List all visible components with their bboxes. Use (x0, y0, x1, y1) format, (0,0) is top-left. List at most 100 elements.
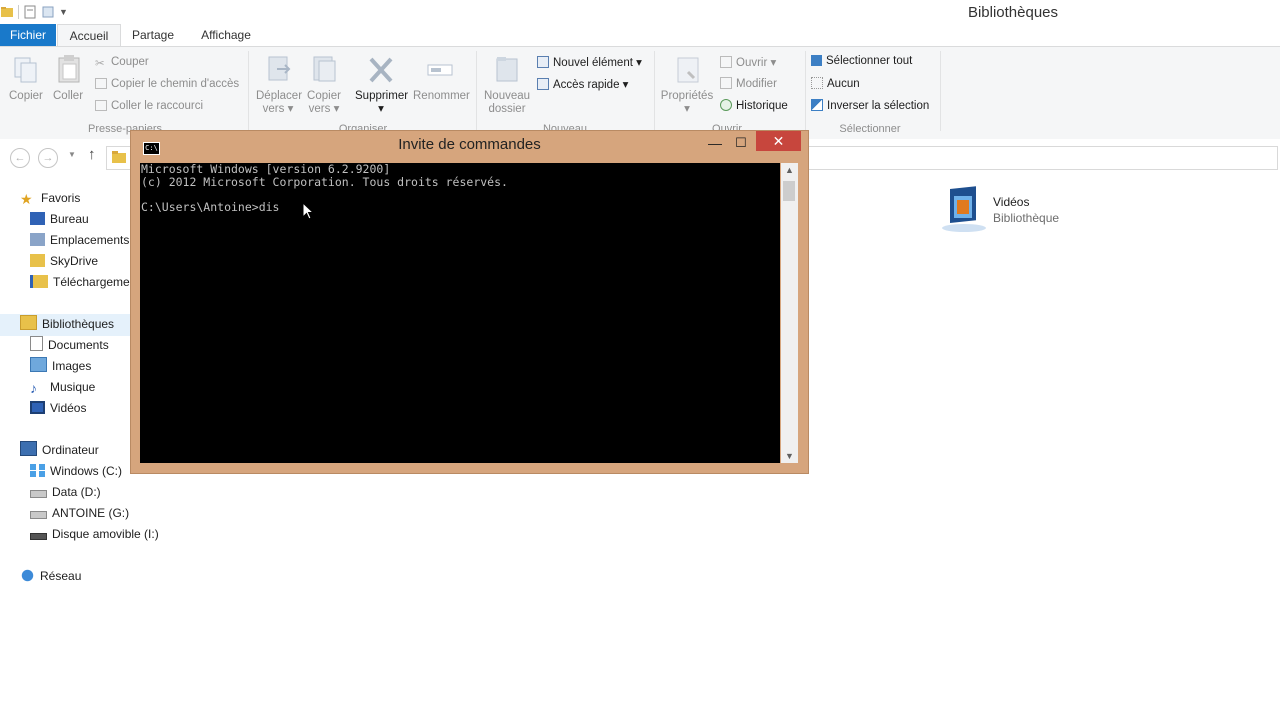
back-button[interactable]: ← (10, 148, 30, 168)
recent-places-icon (30, 233, 45, 246)
videos-icon (30, 401, 45, 414)
nav-reseau[interactable]: Réseau (20, 566, 81, 586)
supprimer-button[interactable]: Supprimer ▾ (355, 90, 409, 116)
nav-windows-c[interactable]: Windows (C:) (30, 461, 122, 481)
nav-reseau-label: Réseau (40, 569, 82, 583)
nav-videos[interactable]: Vidéos (30, 398, 86, 418)
nav-data-d[interactable]: Data (D:) (30, 482, 101, 502)
ribbon: Copier Coller ✂ Couper Copier le chemin d… (0, 46, 1280, 140)
deplacer-label: Déplacer (256, 90, 303, 102)
aucun-button[interactable]: Aucun (811, 77, 860, 90)
close-button[interactable]: ✕ (756, 131, 801, 151)
nav-images[interactable]: Images (30, 356, 91, 376)
nav-bibliotheques[interactable]: Bibliothèques (20, 314, 114, 334)
supprimer-label: Supprimer (355, 90, 409, 102)
copy-to-icon (313, 56, 336, 82)
network-icon (20, 569, 35, 582)
scissors-icon: ✂ (95, 58, 105, 70)
windows-drive-icon (30, 464, 45, 477)
coller-button[interactable]: Coller (53, 90, 83, 102)
nav-antoine-g[interactable]: ANTOINE (G:) (30, 503, 129, 523)
star-icon: ★ (20, 191, 33, 207)
ribbon-separator (654, 51, 655, 131)
copy-icon (14, 57, 37, 83)
tab-affichage[interactable]: Affichage (190, 24, 262, 46)
coller-raccourci-label: Coller le raccourci (111, 100, 204, 112)
inverser-selection-button[interactable]: Inverser la sélection (811, 99, 929, 112)
copier-chemin-label: Copier le chemin d'accès (111, 78, 240, 90)
open-icon (720, 56, 732, 68)
videos-library-type: Bibliothèque (993, 211, 1060, 225)
couper-button[interactable]: ✂ Couper (95, 56, 149, 70)
skydrive-folder-icon (30, 254, 45, 267)
minimize-button[interactable]: — (704, 134, 726, 152)
deplacer-vers-button[interactable]: Déplacer vers ▾ (256, 90, 303, 116)
new-folder-big-icon (496, 57, 518, 82)
nav-favoris[interactable]: ★ Favoris (20, 188, 80, 208)
maximize-button[interactable]: ☐ (730, 134, 752, 152)
nav-telechargements[interactable]: Téléchargemen (30, 272, 130, 292)
recent-locations-icon[interactable]: ▼ (68, 150, 76, 159)
scrollbar-thumb[interactable] (783, 181, 795, 201)
tab-accueil[interactable]: Accueil (57, 24, 121, 47)
copier-vers-button[interactable]: Copier vers ▾ (302, 90, 346, 116)
inverser-selection-label: Inverser la sélection (827, 100, 930, 112)
console-prompt-line: C:\Users\Antoine>dis (141, 199, 280, 214)
console-output[interactable]: Microsoft Windows [version 6.2.9200] (c)… (140, 163, 780, 463)
nav-antoine-g-label: ANTOINE (G:) (52, 506, 130, 520)
historique-button[interactable]: Historique (720, 99, 788, 112)
tab-partage[interactable]: Partage (122, 24, 184, 46)
nav-emplacements[interactable]: Emplacements (30, 230, 130, 250)
properties-big-icon (677, 57, 699, 83)
shortcut-icon (95, 100, 107, 111)
up-arrow-icon[interactable]: ↑ (88, 146, 96, 163)
nav-skydrive[interactable]: SkyDrive (30, 251, 130, 271)
console-line: (c) 2012 Microsoft Corporation. Tous dro… (141, 174, 508, 189)
history-icon (720, 99, 732, 111)
nav-ordinateur-label: Ordinateur (42, 443, 99, 457)
rename-icon (427, 64, 453, 76)
nouveau-dossier-label-2: dossier (488, 103, 526, 115)
modifier-button[interactable]: Modifier (720, 77, 777, 90)
ouvrir-label: Ouvrir (736, 57, 768, 69)
ribbon-separator (940, 51, 941, 131)
delete-icon (369, 57, 393, 83)
renommer-button[interactable]: Renommer (413, 90, 470, 102)
copier-button[interactable]: Copier (9, 90, 43, 102)
nouveau-dossier-button[interactable]: Nouveau dossier (484, 90, 530, 116)
nav-documents-label: Documents (48, 338, 109, 352)
deplacer-vers-label: vers (262, 103, 285, 115)
proprietes-button[interactable]: Propriétés ▾ (660, 90, 714, 116)
downloads-icon (30, 275, 48, 288)
console-scrollbar[interactable]: ▲ ▼ (781, 163, 798, 463)
libraries-icon (20, 315, 37, 330)
invert-selection-icon (811, 99, 823, 111)
nav-disque-i-label: Disque amovible (I:) (52, 527, 159, 541)
forward-button[interactable]: → (38, 148, 58, 168)
coller-raccourci-button[interactable]: Coller le raccourci (95, 100, 203, 112)
nouvel-element-button[interactable]: Nouvel élément ▾ (537, 55, 642, 69)
selectionner-tout-label: Sélectionner tout (826, 55, 913, 67)
nav-documents[interactable]: Documents (30, 335, 109, 355)
scroll-down-arrow-icon[interactable]: ▼ (781, 449, 798, 463)
tab-fichier[interactable]: Fichier (0, 24, 56, 46)
acces-rapide-button[interactable]: Accès rapide ▾ (537, 77, 628, 91)
desktop-icon (30, 212, 45, 225)
nav-ordinateur[interactable]: Ordinateur (20, 440, 99, 460)
nav-musique[interactable]: ♪ Musique (30, 377, 95, 397)
ribbon-tabs: Fichier Accueil Partage Affichage (0, 24, 1280, 47)
nav-images-label: Images (52, 359, 92, 373)
copier-vers-label-2: vers (308, 103, 331, 115)
removable-disk-icon (30, 533, 47, 540)
ouvrir-button[interactable]: Ouvrir ▾ (720, 55, 776, 69)
copier-chemin-button[interactable]: Copier le chemin d'accès (95, 78, 239, 90)
scroll-up-arrow-icon[interactable]: ▲ (781, 163, 798, 177)
selectionner-tout-button[interactable]: Sélectionner tout (811, 55, 912, 67)
nav-bureau[interactable]: Bureau (30, 209, 130, 229)
nav-disque-i[interactable]: Disque amovible (I:) (30, 524, 159, 544)
cmd-window[interactable]: C:\ Invite de commandes — ☐ ✕ Microsoft … (130, 130, 809, 474)
videos-library-icon (942, 186, 986, 232)
move-to-icon (268, 56, 291, 81)
nav-emplacements-label: Emplacements (50, 233, 130, 247)
